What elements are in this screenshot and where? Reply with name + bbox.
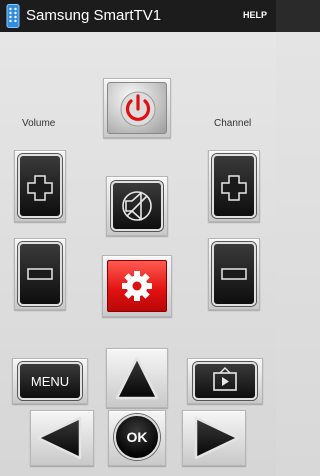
volume-label: Volume bbox=[22, 118, 56, 129]
arrow-up-icon bbox=[115, 356, 159, 400]
gear-icon bbox=[122, 271, 152, 301]
power-button[interactable] bbox=[107, 82, 167, 134]
channel-up-button[interactable] bbox=[212, 154, 256, 218]
ok-button[interactable]: OK bbox=[114, 414, 160, 460]
remote-control-icon bbox=[6, 4, 20, 28]
app-bar: Samsung SmartTV1 HELP bbox=[0, 0, 276, 33]
arrow-right-icon bbox=[194, 416, 240, 460]
power-icon bbox=[120, 91, 156, 127]
minus-icon bbox=[27, 268, 53, 280]
up-button[interactable] bbox=[110, 352, 164, 404]
minus-icon bbox=[221, 268, 247, 280]
right-button[interactable] bbox=[186, 414, 242, 462]
mute-icon bbox=[122, 191, 152, 221]
volume-up-button[interactable] bbox=[18, 154, 62, 218]
channel-down-button[interactable] bbox=[212, 242, 256, 306]
plus-icon bbox=[221, 175, 247, 201]
channel-label: Channel bbox=[214, 118, 252, 129]
mute-button[interactable] bbox=[111, 181, 163, 231]
source-button[interactable] bbox=[193, 362, 257, 400]
plus-icon bbox=[27, 175, 53, 201]
ok-label: OK bbox=[126, 429, 148, 445]
arrow-left-icon bbox=[36, 416, 82, 460]
settings-button[interactable] bbox=[107, 260, 167, 312]
app-title: Samsung SmartTV1 bbox=[26, 7, 162, 24]
menu-label: MENU bbox=[30, 373, 70, 389]
help-button[interactable]: HELP bbox=[243, 10, 267, 20]
tv-source-icon bbox=[213, 367, 237, 391]
left-button[interactable] bbox=[34, 414, 90, 462]
menu-button[interactable]: MENU bbox=[18, 362, 82, 400]
volume-down-button[interactable] bbox=[18, 242, 62, 306]
